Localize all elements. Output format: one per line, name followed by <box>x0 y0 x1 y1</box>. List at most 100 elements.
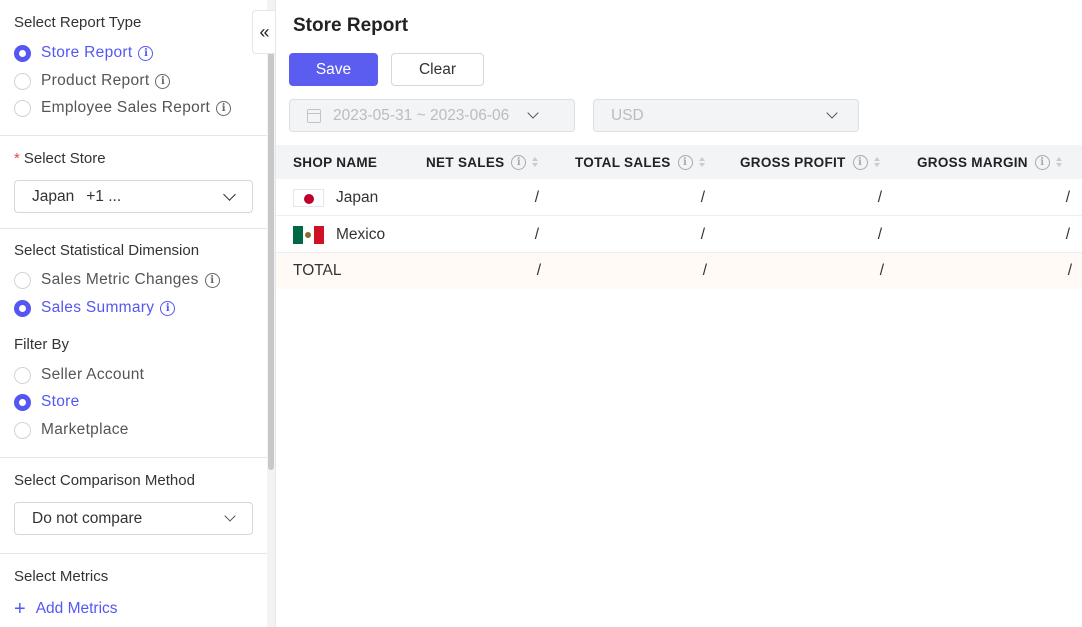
table-row: Japan / / / / <box>276 180 1082 216</box>
sidebar-scrollbar-thumb[interactable] <box>268 52 274 470</box>
radio-label: Store Report <box>41 44 133 61</box>
column-header-label: NET SALES <box>426 154 505 170</box>
total-sales-cell: / <box>700 226 705 243</box>
currency-value: USD <box>611 106 644 124</box>
comparison-select[interactable]: Do not compare <box>14 502 253 535</box>
gross-margin-cell: / <box>1065 226 1070 243</box>
clear-button[interactable]: Clear <box>391 53 484 86</box>
radio-label: Store <box>41 393 80 410</box>
radio-label: Product Report <box>41 72 150 89</box>
radio-store[interactable]: Store <box>14 392 80 412</box>
info-icon[interactable]: i <box>1034 154 1050 170</box>
total-sales-cell: / <box>700 189 705 206</box>
column-header-label: GROSS MARGIN <box>917 154 1028 170</box>
radio-seller-account[interactable]: Seller Account <box>14 365 144 385</box>
date-range-value: 2023-05-31 ~ 2023-06-06 <box>333 106 510 124</box>
save-button[interactable]: Save <box>289 53 378 86</box>
section-divider <box>0 553 267 554</box>
radio-label: Marketplace <box>41 421 129 438</box>
radio-sales-metric-changes[interactable]: Sales Metric Changes i <box>14 270 220 290</box>
sort-icon[interactable] <box>873 157 880 167</box>
select-metrics-title: Select Metrics <box>14 568 109 585</box>
shop-name-cell: Mexico <box>293 217 385 253</box>
radio-employee-sales-report[interactable]: Employee Sales Report i <box>14 98 232 118</box>
collapse-sidebar-button[interactable]: « <box>252 10 275 54</box>
sort-icon[interactable] <box>532 157 539 167</box>
dimension-title: Select Statistical Dimension <box>14 242 200 259</box>
chevron-down-icon <box>527 107 539 119</box>
table-total-row: TOTAL / / / / <box>276 253 1082 289</box>
sidebar: Select Report Type Store Report i Produc… <box>0 0 276 627</box>
column-header-shop-name: SHOP NAME <box>293 145 377 179</box>
radio-product-report[interactable]: Product Report i <box>14 71 171 91</box>
select-store-title: * Select Store <box>14 150 106 167</box>
radio-indicator[interactable] <box>14 366 31 384</box>
radio-indicator[interactable] <box>14 299 31 317</box>
chevron-down-icon <box>224 510 236 522</box>
shop-name: Japan <box>336 189 379 206</box>
radio-indicator[interactable] <box>14 99 31 117</box>
net-sales-cell: / <box>534 189 539 206</box>
gross-margin-cell: / <box>1065 189 1070 206</box>
column-header-gross-profit[interactable]: GROSS PROFIT i <box>740 145 880 179</box>
plus-icon: + <box>14 598 26 620</box>
section-divider <box>0 457 267 458</box>
radio-indicator[interactable] <box>14 421 31 439</box>
shop-name-cell: Japan <box>293 180 378 216</box>
comparison-title: Select Comparison Method <box>14 472 195 489</box>
radio-label: Sales Metric Changes <box>41 271 199 288</box>
info-icon[interactable]: i <box>204 272 220 288</box>
gross-margin-total-cell: / <box>1067 262 1072 279</box>
column-header-total-sales[interactable]: TOTAL SALES i <box>575 145 705 179</box>
double-chevron-left-icon: « <box>259 21 270 42</box>
main-panel: Store Report Save Clear 2023-05-31 ~ 202… <box>276 0 1082 627</box>
radio-label: Sales Summary <box>41 299 155 316</box>
store-select-value: Japan <box>32 187 75 205</box>
mexico-flag-icon <box>293 226 324 244</box>
column-header-label: GROSS PROFIT <box>740 154 846 170</box>
column-header-gross-margin[interactable]: GROSS MARGIN i <box>917 145 1062 179</box>
store-select[interactable]: Japan +1 ... <box>14 180 253 213</box>
shop-name: Mexico <box>336 226 386 243</box>
gross-profit-cell: / <box>877 226 882 243</box>
sort-icon[interactable] <box>1055 157 1062 167</box>
info-icon[interactable]: i <box>138 45 154 61</box>
add-metrics-label: Add Metrics <box>35 600 118 617</box>
radio-sales-summary[interactable]: Sales Summary i <box>14 298 176 318</box>
radio-indicator[interactable] <box>14 271 31 289</box>
sort-icon[interactable] <box>698 157 705 167</box>
net-sales-cell: / <box>534 226 539 243</box>
info-icon[interactable]: i <box>511 154 527 170</box>
radio-indicator[interactable] <box>14 44 31 62</box>
info-icon[interactable]: i <box>216 100 232 116</box>
store-select-more-tag: +1 ... <box>86 187 122 205</box>
info-icon[interactable]: i <box>160 300 176 316</box>
date-range-picker[interactable]: 2023-05-31 ~ 2023-06-06 <box>289 99 575 132</box>
radio-indicator[interactable] <box>14 393 31 411</box>
calendar-icon <box>307 108 321 123</box>
page-title: Store Report <box>293 15 409 36</box>
add-metrics-button[interactable]: + Add Metrics <box>14 599 118 619</box>
select-store-label: Select Store <box>23 150 106 167</box>
chevron-down-icon <box>223 187 236 201</box>
info-icon[interactable]: i <box>677 154 693 170</box>
report-type-title: Select Report Type <box>14 14 142 31</box>
info-icon[interactable]: i <box>155 73 171 89</box>
japan-flag-icon <box>293 189 324 207</box>
table-row: Mexico / / / / <box>276 217 1082 253</box>
chevron-down-icon <box>826 107 838 119</box>
table-header: SHOP NAME NET SALES i TOTAL SALES i GROS… <box>276 145 1082 179</box>
currency-select[interactable]: USD <box>593 99 859 132</box>
column-header-net-sales[interactable]: NET SALES i <box>426 145 539 179</box>
section-divider <box>0 228 267 229</box>
total-sales-total-cell: / <box>702 262 707 279</box>
section-divider <box>0 135 267 136</box>
radio-label: Employee Sales Report <box>41 99 211 116</box>
column-header-label: TOTAL SALES <box>575 154 671 170</box>
total-label: TOTAL <box>293 262 342 279</box>
net-sales-total-cell: / <box>536 262 541 279</box>
radio-store-report[interactable]: Store Report i <box>14 43 154 63</box>
info-icon[interactable]: i <box>852 154 868 170</box>
radio-marketplace[interactable]: Marketplace <box>14 420 129 440</box>
radio-indicator[interactable] <box>14 72 31 90</box>
